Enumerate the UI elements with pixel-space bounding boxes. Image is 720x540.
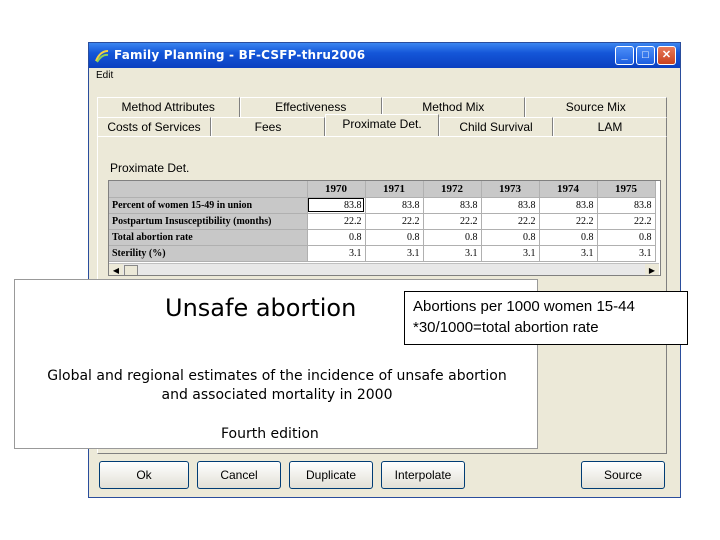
year-header: 1973 — [481, 181, 540, 198]
table-row: Percent of women 15-49 in union 83.8 83.… — [109, 197, 656, 214]
duplicate-button[interactable]: Duplicate — [289, 461, 373, 489]
value-cell[interactable]: 0.8 — [481, 229, 540, 246]
value-cell[interactable]: 22.2 — [423, 213, 482, 230]
callout-line-2: *30/1000=total abortion rate — [413, 319, 599, 336]
value-cell[interactable]: 0.8 — [423, 229, 482, 246]
menu-bar: Edit — [89, 68, 680, 84]
scroll-thumb[interactable] — [124, 265, 138, 275]
cover-title: Unsafe abortion — [165, 294, 357, 322]
cover-subtitle-line-1: Global and regional estimates of the inc… — [47, 368, 507, 384]
close-icon: ✕ — [661, 49, 672, 61]
value-cell[interactable]: 83.8 — [307, 197, 366, 214]
year-header: 1975 — [597, 181, 656, 198]
value-cell[interactable]: 83.8 — [423, 197, 482, 214]
tab-costs-of-services[interactable]: Costs of Services — [97, 117, 211, 137]
cover-edition: Fourth edition — [221, 426, 319, 442]
callout-line-1: Abortions per 1000 women 15-44 — [413, 298, 635, 315]
ok-button[interactable]: Ok — [99, 461, 189, 489]
maximize-button[interactable]: □ — [636, 46, 655, 65]
value-cell[interactable]: 22.2 — [307, 213, 366, 230]
annotation-callout: Abortions per 1000 women 15-44 *30/1000=… — [404, 291, 688, 345]
value-cell[interactable]: 3.1 — [539, 245, 598, 262]
value-cell[interactable]: 22.2 — [481, 213, 540, 230]
value-cell[interactable]: 83.8 — [365, 197, 424, 214]
menu-edit[interactable]: Edit — [96, 70, 113, 81]
value-cell[interactable]: 3.1 — [597, 245, 656, 262]
corner-cell — [109, 181, 308, 198]
table-row: Sterility (%) 3.1 3.1 3.1 3.1 3.1 3.1 — [109, 245, 656, 262]
maximize-icon: □ — [642, 49, 649, 61]
row-label: Total abortion rate — [109, 229, 308, 246]
value-cell[interactable]: 83.8 — [539, 197, 598, 214]
source-button[interactable]: Source — [581, 461, 665, 489]
year-header: 1972 — [423, 181, 482, 198]
button-bar: Ok Cancel Duplicate Interpolate Source — [97, 461, 667, 493]
value-cell[interactable]: 3.1 — [481, 245, 540, 262]
value-cell[interactable]: 3.1 — [423, 245, 482, 262]
button-spacer — [473, 461, 573, 493]
year-header: 1971 — [365, 181, 424, 198]
minimize-button[interactable]: _ — [615, 46, 634, 65]
value-cell[interactable]: 22.2 — [597, 213, 656, 230]
value-cell[interactable]: 3.1 — [307, 245, 366, 262]
row-label: Postpartum Insusceptibility (months) — [109, 213, 308, 230]
row-label: Sterility (%) — [109, 245, 308, 262]
interpolate-button[interactable]: Interpolate — [381, 461, 465, 489]
tab-fees[interactable]: Fees — [211, 117, 325, 137]
value-cell[interactable]: 0.8 — [365, 229, 424, 246]
title-bar[interactable]: Family Planning - BF-CSFP-thru2006 _ □ ✕ — [89, 43, 680, 68]
table-row: Total abortion rate 0.8 0.8 0.8 0.8 0.8 … — [109, 229, 656, 246]
cover-subtitle-line-2: and associated mortality in 2000 — [161, 387, 393, 403]
cover-subtitle: Global and regional estimates of the inc… — [15, 367, 539, 405]
value-cell[interactable]: 3.1 — [365, 245, 424, 262]
tab-child-survival[interactable]: Child Survival — [439, 117, 553, 137]
close-button[interactable]: ✕ — [657, 46, 676, 65]
header-row: 1970 1971 1972 1973 1974 1975 — [109, 181, 656, 198]
data-table: 1970 1971 1972 1973 1974 1975 Percent of… — [109, 181, 656, 262]
minimize-icon: _ — [621, 49, 628, 61]
app-icon — [95, 50, 109, 63]
year-header: 1970 — [307, 181, 366, 198]
proximate-det-grid[interactable]: 1970 1971 1972 1973 1974 1975 Percent of… — [108, 180, 661, 276]
tab-proximate-det[interactable]: Proximate Det. — [325, 114, 439, 136]
tab-row-2: Costs of Services Fees Proximate Det. Ch… — [97, 114, 667, 137]
row-label: Percent of women 15-49 in union — [109, 197, 308, 214]
window-title: Family Planning - BF-CSFP-thru2006 — [114, 48, 366, 62]
value-cell[interactable]: 0.8 — [539, 229, 598, 246]
value-cell[interactable]: 0.8 — [307, 229, 366, 246]
value-cell[interactable]: 0.8 — [597, 229, 656, 246]
value-cell[interactable]: 83.8 — [597, 197, 656, 214]
tab-lam[interactable]: LAM — [553, 117, 667, 137]
horizontal-scrollbar[interactable]: ◀ ▶ — [109, 263, 659, 275]
value-cell[interactable]: 22.2 — [365, 213, 424, 230]
value-cell[interactable]: 83.8 — [481, 197, 540, 214]
tab-method-attributes[interactable]: Method Attributes — [97, 97, 240, 117]
panel-title: Proximate Det. — [110, 161, 190, 175]
scroll-right-icon[interactable]: ▶ — [645, 264, 659, 275]
value-cell[interactable]: 22.2 — [539, 213, 598, 230]
year-header: 1974 — [539, 181, 598, 198]
tab-source-mix[interactable]: Source Mix — [524, 97, 667, 117]
scroll-left-icon[interactable]: ◀ — [109, 264, 123, 275]
cancel-button[interactable]: Cancel — [197, 461, 281, 489]
table-row: Postpartum Insusceptibility (months) 22.… — [109, 213, 656, 230]
